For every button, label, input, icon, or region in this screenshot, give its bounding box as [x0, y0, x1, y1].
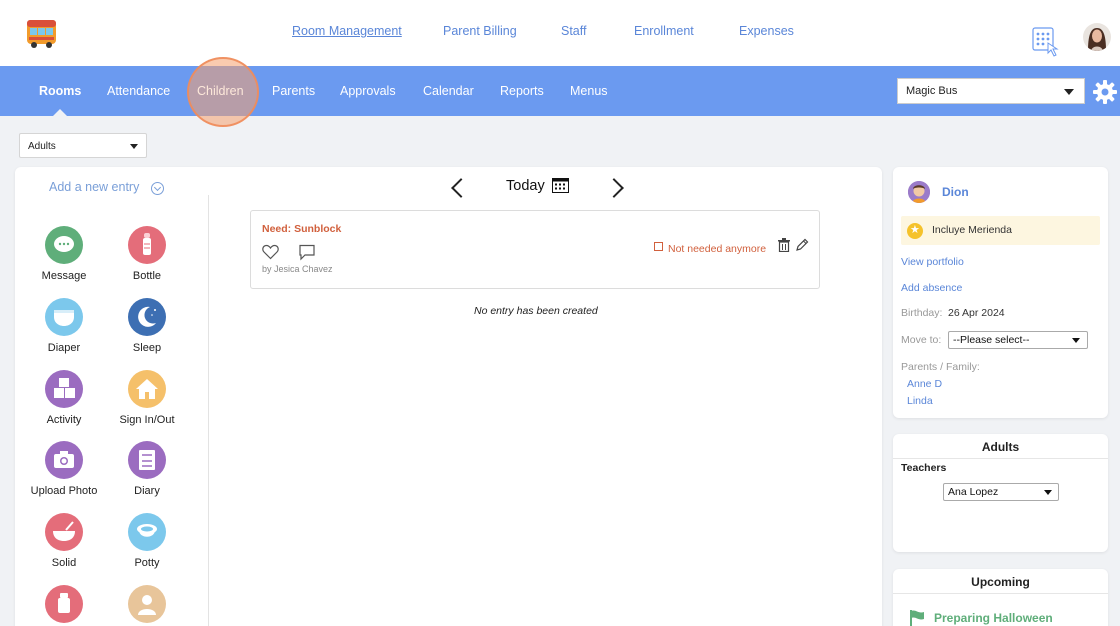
chevron-down-circle-icon[interactable]: [151, 182, 164, 195]
tile-sign-in-out[interactable]: Sign In/Out: [107, 370, 187, 426]
school-select[interactable]: Magic Bus: [897, 78, 1085, 104]
tile-activity[interactable]: Activity: [24, 370, 104, 426]
teachers-label: Teachers: [901, 462, 947, 474]
tile-label: Bottle: [132, 270, 162, 282]
active-nav-indicator: [53, 109, 67, 116]
tile-bottle[interactable]: Bottle: [107, 226, 187, 282]
kiosk-keypad-icon[interactable]: [1031, 26, 1061, 58]
calendar-icon[interactable]: [552, 178, 569, 193]
room-select-value: Adults: [28, 141, 56, 152]
message-icon: [45, 226, 83, 264]
nav-attendance[interactable]: Attendance: [107, 84, 170, 98]
empty-entries-message: No entry has been created: [474, 305, 598, 317]
tile-label: Upload Photo: [30, 485, 98, 497]
toplink-staff[interactable]: Staff: [561, 24, 586, 38]
tile-label: Potty: [134, 557, 160, 569]
toplink-expenses[interactable]: Expenses: [739, 24, 794, 38]
toplink-parent-billing[interactable]: Parent Billing: [443, 24, 517, 38]
card-divider: [893, 458, 1108, 459]
parent-link[interactable]: Linda: [907, 395, 933, 407]
tile-label: Sleep: [132, 342, 162, 354]
tile-label: Message: [41, 270, 87, 282]
nav-approvals[interactable]: Approvals: [340, 84, 396, 98]
flag-icon: [910, 610, 924, 626]
diaper-icon: [45, 298, 83, 336]
user-avatar[interactable]: [1083, 23, 1111, 51]
blocks-icon: [45, 370, 83, 408]
tile-label: Diary: [134, 485, 160, 497]
tile-diaper[interactable]: Diaper: [24, 298, 104, 354]
tile-message[interactable]: Message: [24, 226, 104, 282]
tile-sleep[interactable]: Sleep: [107, 298, 187, 354]
chevron-down-icon: [1044, 490, 1052, 495]
toplink-enrollment[interactable]: Enrollment: [634, 24, 694, 38]
note-author: by Jesica Chavez: [262, 264, 333, 274]
teacher-select[interactable]: Ana Lopez: [943, 483, 1059, 501]
nav-reports[interactable]: Reports: [500, 84, 544, 98]
school-select-value: Magic Bus: [906, 85, 958, 97]
card-divider: [893, 593, 1108, 594]
add-absence-link[interactable]: Add absence: [901, 282, 962, 294]
add-entry-link[interactable]: Add a new entry: [49, 180, 139, 194]
house-icon: [128, 370, 166, 408]
nav-menus[interactable]: Menus: [570, 84, 608, 98]
birthday-label: Birthday:: [901, 307, 943, 319]
upcoming-card-title: Upcoming: [971, 575, 1030, 589]
pencil-icon[interactable]: [795, 238, 809, 252]
birthday-value: 26 Apr 2024: [948, 307, 1005, 319]
camera-icon: [45, 441, 83, 479]
nav-calendar[interactable]: Calendar: [423, 84, 474, 98]
chevron-down-icon: [1064, 89, 1074, 95]
potty-icon: [128, 513, 166, 551]
adults-card-title: Adults: [981, 440, 1020, 454]
toplink-room-management[interactable]: Room Management: [292, 24, 402, 38]
sippy-cup-icon: [45, 585, 83, 623]
tile-label: Sign In/Out: [119, 414, 175, 426]
nav-children[interactable]: Children: [197, 84, 244, 98]
upcoming-event[interactable]: Preparing Halloween: [934, 611, 1053, 625]
not-needed-checkbox[interactable]: [654, 242, 663, 251]
tile-label: Diaper: [47, 342, 81, 354]
star-icon: [907, 223, 923, 239]
gear-icon[interactable]: [1092, 79, 1118, 105]
child-avatar[interactable]: [908, 181, 930, 203]
parent-link[interactable]: Anne D: [907, 378, 942, 390]
chevron-down-icon: [1072, 338, 1080, 343]
move-to-value: --Please select--: [953, 334, 1030, 346]
top-header: Room Management Parent Billing Staff Enr…: [0, 0, 1120, 66]
nav-parents[interactable]: Parents: [272, 84, 315, 98]
school-bus-logo-icon[interactable]: [25, 17, 58, 49]
room-select[interactable]: Adults: [19, 133, 147, 158]
tile-label: Solid: [51, 557, 77, 569]
snack-label: Incluye Merienda: [932, 224, 1012, 236]
heart-icon[interactable]: [262, 244, 279, 260]
panel-divider: [208, 195, 209, 626]
tile-potty[interactable]: Potty: [107, 513, 187, 569]
move-to-label: Move to:: [901, 334, 942, 346]
tile-label: Activity: [46, 414, 82, 426]
trash-icon[interactable]: [778, 238, 790, 252]
person-icon: [128, 585, 166, 623]
tile-upload-photo[interactable]: Upload Photo: [24, 441, 104, 497]
tile-solid[interactable]: Solid: [24, 513, 104, 569]
child-name[interactable]: Dion: [942, 185, 969, 199]
comment-icon[interactable]: [298, 244, 316, 261]
diary-icon: [128, 441, 166, 479]
note-title: Need: Sunblock: [262, 223, 342, 235]
moon-icon: [128, 298, 166, 336]
date-label[interactable]: Today: [506, 178, 545, 194]
parents-label: Parents / Family:: [901, 361, 980, 373]
view-portfolio-link[interactable]: View portfolio: [901, 256, 964, 268]
move-to-select[interactable]: --Please select--: [948, 331, 1088, 349]
bowl-icon: [45, 513, 83, 551]
tile-diary[interactable]: Diary: [107, 441, 187, 497]
nav-rooms[interactable]: Rooms: [39, 84, 81, 98]
not-needed-label[interactable]: Not needed anymore: [668, 243, 766, 255]
tile-sippy-cup[interactable]: [24, 585, 104, 623]
tile-person[interactable]: [107, 585, 187, 623]
teacher-select-value: Ana Lopez: [948, 486, 999, 498]
chevron-down-icon: [130, 144, 138, 149]
bottle-icon: [128, 226, 166, 264]
